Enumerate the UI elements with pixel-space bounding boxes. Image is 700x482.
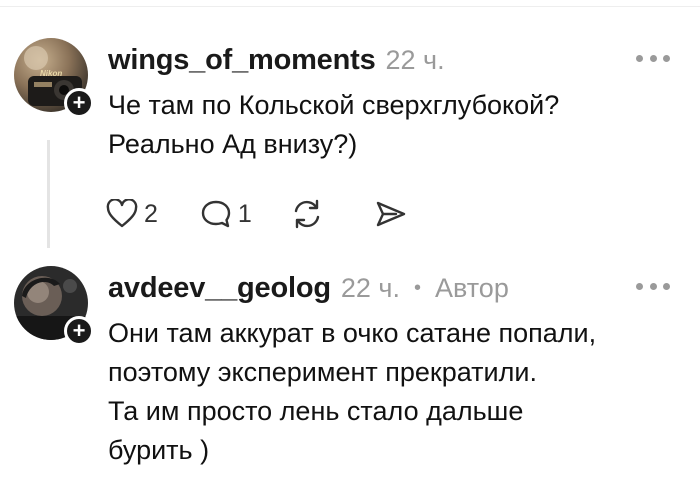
avatar-container[interactable]: Nikon + — [14, 38, 94, 118]
comment-text-line: Че там по Кольской сверхглубокой? — [108, 90, 560, 120]
comment-text-line: Та им просто лень стало дальше — [108, 396, 524, 426]
comment-text-line: бурить ) — [108, 435, 210, 465]
more-dots-icon[interactable] — [636, 46, 670, 70]
author-label: Автор — [434, 272, 509, 303]
thread-line — [47, 140, 50, 248]
username[interactable]: wings_of_moments — [108, 44, 376, 77]
reply-button[interactable]: 1 — [200, 199, 252, 229]
heart-icon — [106, 199, 138, 228]
avatar-container[interactable]: + — [14, 266, 94, 346]
comment-text-line: Реально Ад внизу?) — [108, 129, 358, 159]
share-button[interactable] — [374, 199, 408, 229]
comment-1: Nikon + wings_of_moments 22 ч. Че там по… — [0, 30, 700, 256]
comment-text-line: Они там аккурат в очко сатане попали, — [108, 318, 597, 348]
more-dots-icon[interactable] — [636, 274, 670, 298]
comment-text-line: поэтому эксперимент прекратили. — [108, 357, 537, 387]
username[interactable]: avdeev__geolog — [108, 272, 331, 305]
repost-icon — [294, 199, 320, 229]
comment-text: Они там аккурат в очко сатане попали, по… — [108, 314, 688, 470]
separator-dot: • — [413, 276, 421, 299]
follow-button[interactable]: + — [64, 316, 94, 346]
action-bar: 2 1 — [106, 196, 408, 232]
repost-button[interactable] — [290, 198, 324, 230]
timestamp: 22 ч. — [385, 44, 445, 75]
reply-count: 1 — [237, 199, 252, 228]
plus-icon: + — [72, 318, 86, 343]
timestamp: 22 ч. — [340, 272, 400, 303]
comment-2: + avdeev__geolog 22 ч. • Автор Они там а… — [0, 258, 700, 482]
comment-bubble-icon — [201, 200, 231, 228]
send-icon — [376, 201, 406, 227]
like-button[interactable]: 2 — [106, 199, 158, 229]
comment-header: avdeev__geolog 22 ч. • Автор — [108, 266, 509, 310]
avatar-logo-text: Nikon — [40, 69, 63, 78]
comment-header: wings_of_moments 22 ч. — [108, 38, 445, 82]
like-count: 2 — [144, 199, 158, 228]
follow-button[interactable]: + — [64, 88, 94, 118]
top-divider — [0, 0, 700, 7]
comment-text: Че там по Кольской сверхглубокой? Реальн… — [108, 86, 688, 164]
plus-icon: + — [72, 90, 86, 115]
